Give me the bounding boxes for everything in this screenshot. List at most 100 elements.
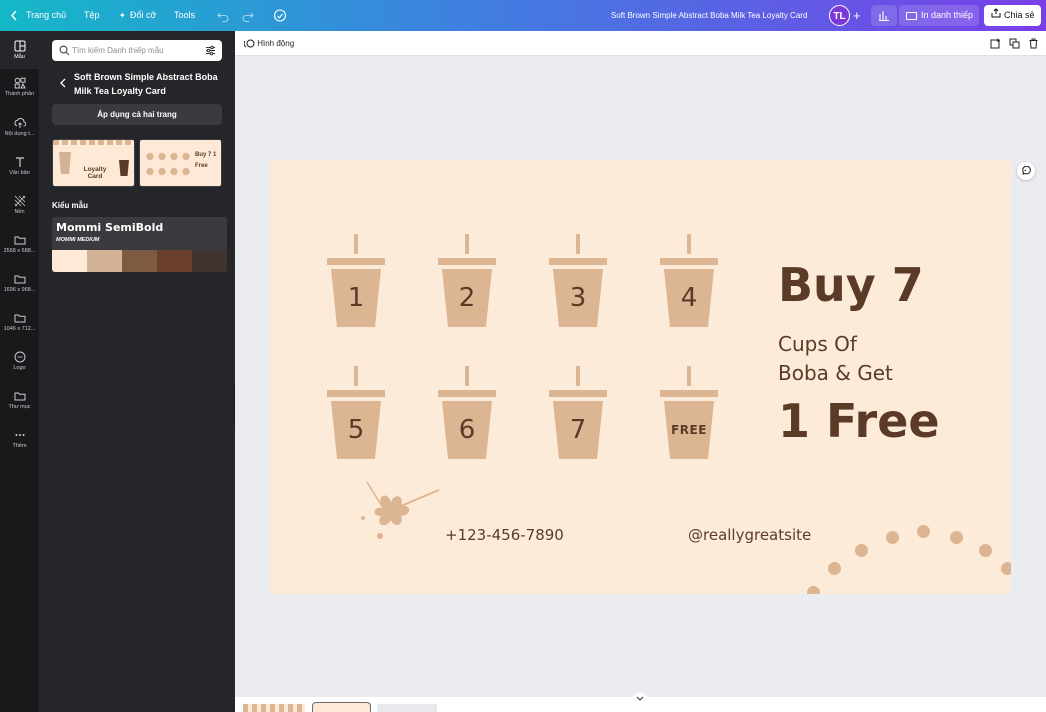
animate-icon <box>243 39 255 48</box>
more-icon <box>15 434 24 436</box>
cup-stamp-free[interactable]: FREE <box>660 366 720 462</box>
user-avatar[interactable]: TL <box>829 5 850 26</box>
dot-decoration <box>979 544 992 557</box>
comment-button[interactable] <box>1017 162 1035 180</box>
logo-icon <box>14 351 25 363</box>
style-card[interactable]: Mommi SemiBold MOMMI MEDIUM <box>52 217 227 272</box>
apply-both-pages-button[interactable]: Áp dụng cả hai trang <box>52 104 222 125</box>
thumb-loyalty-text: Loyalty Card <box>83 166 107 180</box>
headline-buy[interactable]: Buy 7 <box>778 258 924 312</box>
dot-decoration <box>828 562 841 575</box>
rail-label: Thêm <box>12 443 27 449</box>
animate-button[interactable]: Hình động <box>243 38 295 49</box>
add-collaborator-icon[interactable]: + <box>853 0 861 31</box>
dot-decoration <box>950 531 963 544</box>
rail-item-more[interactable]: Thêm <box>0 429 39 449</box>
rail-item-background[interactable]: Nền <box>0 195 39 215</box>
cup-stamp-6[interactable]: 6 <box>438 366 498 462</box>
add-page-icon[interactable] <box>990 38 1001 49</box>
cup-stamp-2[interactable]: 2 <box>438 234 498 330</box>
dot-decoration <box>1001 562 1011 575</box>
redo-icon[interactable] <box>242 0 254 31</box>
rail-item-folders[interactable]: Thư mục <box>0 390 39 410</box>
rail-label: 1696 x 968... <box>3 287 36 293</box>
thumb-buy-text: Buy 7 1 Free <box>195 152 217 169</box>
animate-label: Hình động <box>257 39 295 48</box>
font-primary: Mommi SemiBold <box>56 221 164 234</box>
cup-grid <box>144 149 192 179</box>
folder-icon <box>14 236 25 245</box>
cup-stamp-1[interactable]: 1 <box>327 234 387 330</box>
cup-number: 2 <box>442 269 492 327</box>
duplicate-page-icon[interactable] <box>1009 38 1020 49</box>
rail-label: Nền <box>14 209 25 215</box>
chevron-down-icon[interactable] <box>630 693 650 703</box>
rail-item-text[interactable]: Văn bản <box>0 156 39 176</box>
rail-item-elements[interactable]: Thành phần <box>0 77 39 97</box>
insights-icon[interactable] <box>871 5 897 26</box>
share-button[interactable]: Chia sẻ <box>984 5 1041 26</box>
template-thumbnail-front[interactable]: Loyalty Card <box>52 139 135 187</box>
rail-item-folder-1696[interactable]: 1696 x 968... <box>0 273 39 293</box>
context-toolbar: Hình động <box>235 31 1046 56</box>
headline-cups-of[interactable]: Cups Of <box>778 332 857 356</box>
search-input[interactable] <box>72 43 197 58</box>
file-menu[interactable]: Tệp <box>84 0 100 31</box>
loyalty-card-canvas[interactable]: 1 2 3 4 5 6 7 FREE Buy 7 Cups Of Boba & … <box>270 160 1011 594</box>
text-icon <box>15 157 24 167</box>
print-card-button[interactable]: In danh thiếp <box>899 5 979 26</box>
canvas-workspace: Hình động 1 2 3 4 5 6 7 FREE Buy 7 Cups … <box>235 31 1046 712</box>
rail-item-logo[interactable]: Logo <box>0 351 39 371</box>
cup-number: 4 <box>664 269 714 327</box>
headline-free[interactable]: 1 Free <box>778 394 940 448</box>
styles-heading: Kiểu mẫu <box>52 201 89 210</box>
cup-number: 5 <box>331 401 381 459</box>
home-link[interactable]: Trang chủ <box>26 0 66 31</box>
headline-boba-get[interactable]: Boba & Get <box>778 361 893 385</box>
palette-swatch <box>87 250 122 272</box>
rail-item-folder-2568[interactable]: 2568 x 688... <box>0 234 39 254</box>
tools-menu[interactable]: Tools <box>174 0 195 31</box>
cup-stamp-5[interactable]: 5 <box>327 366 387 462</box>
search-icon <box>59 45 70 56</box>
delete-page-icon[interactable] <box>1028 38 1039 49</box>
top-bar: Trang chủ Tệp ✦ Đổi cỡ Tools Soft Brown … <box>0 0 1046 31</box>
resize-menu[interactable]: Đổi cỡ <box>130 0 156 31</box>
phone-number[interactable]: +123-456-7890 <box>445 526 564 544</box>
left-rail: Mẫu Thành phần Nội dung t... Văn bản Nền… <box>0 31 39 712</box>
page-thumbnail-1[interactable] <box>243 704 305 712</box>
undo-icon[interactable] <box>217 0 229 31</box>
folder-icon <box>14 392 25 401</box>
cup-illustration <box>119 160 129 176</box>
filter-icon[interactable] <box>205 45 216 56</box>
cup-stamp-4[interactable]: 4 <box>660 234 720 330</box>
print-card-label: In danh thiếp <box>921 10 974 20</box>
page-strip <box>235 693 1046 712</box>
rail-item-uploads[interactable]: Nội dung t... <box>0 117 39 137</box>
rail-label: Văn bản <box>9 170 30 176</box>
rail-label: Thư mục <box>8 404 31 410</box>
cloud-save-icon[interactable] <box>273 0 287 31</box>
page-thumbnail-2[interactable] <box>312 702 371 712</box>
cup-number: 1 <box>331 269 381 327</box>
page-thumbnail-3[interactable] <box>377 704 437 712</box>
elements-icon <box>14 77 26 89</box>
palette-swatch <box>52 250 87 272</box>
rail-label: Logo <box>13 365 26 371</box>
cup-number: 7 <box>553 401 603 459</box>
document-title[interactable]: Soft Brown Simple Abstract Boba Milk Tea… <box>611 0 807 31</box>
back-chevron-icon[interactable] <box>10 0 18 31</box>
template-panel: Soft Brown Simple Abstract Boba Milk Tea… <box>39 31 235 712</box>
rail-item-folder-1046[interactable]: 1046 x 712... <box>0 312 39 332</box>
template-thumbnail-back[interactable]: Buy 7 1 Free <box>139 139 222 187</box>
cup-illustration <box>59 152 71 174</box>
splash-decoration <box>361 481 440 539</box>
cup-stamp-7[interactable]: 7 <box>549 366 609 462</box>
search-box[interactable] <box>52 40 222 61</box>
sparkle-icon: ✦ <box>119 11 126 20</box>
rail-item-templates[interactable]: Mẫu <box>0 31 39 69</box>
awning-decoration <box>53 140 134 145</box>
cup-stamp-3[interactable]: 3 <box>549 234 609 330</box>
back-chevron-icon[interactable] <box>59 77 67 89</box>
website-handle[interactable]: @reallygreatsite <box>688 526 811 544</box>
